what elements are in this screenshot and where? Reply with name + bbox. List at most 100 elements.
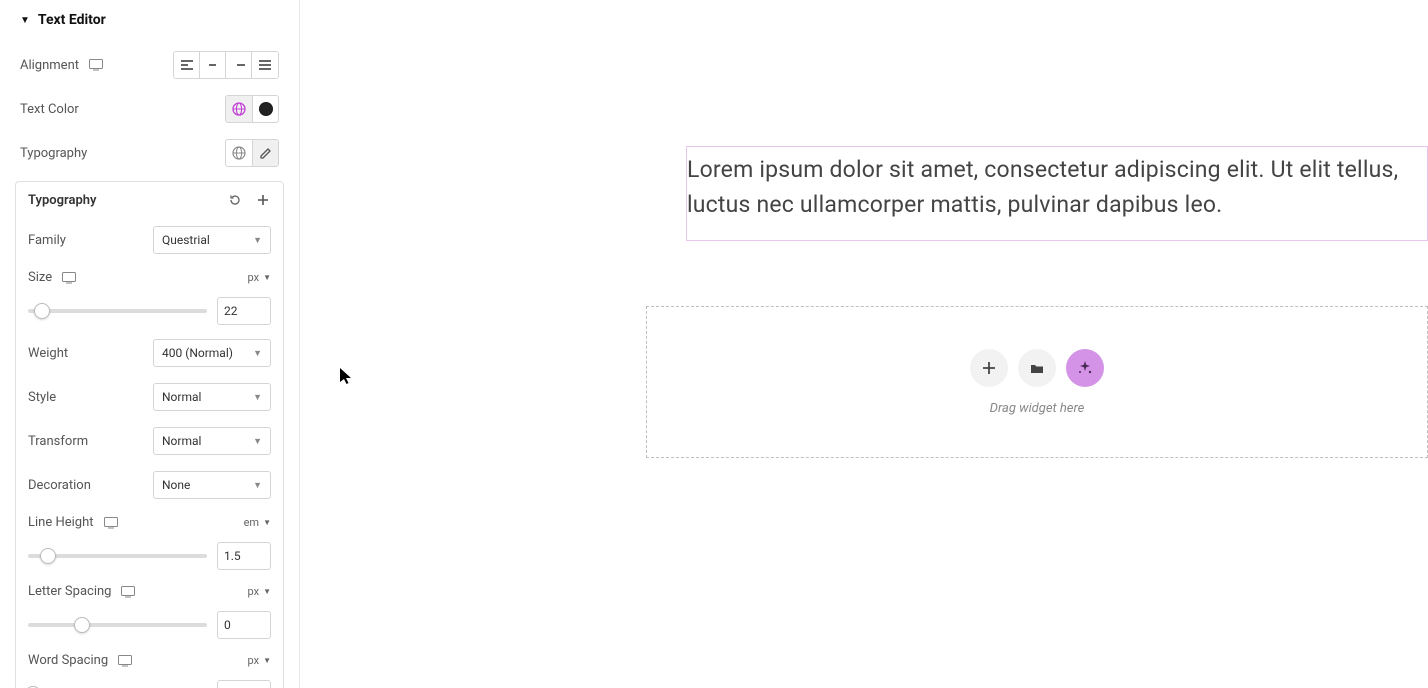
chevron-down-icon: ▼ [253,436,262,447]
plus-icon [257,194,269,206]
align-justify-icon [259,60,271,70]
row-letter-spacing: Letter Spacing px ▼ [16,576,283,607]
style-label: Style [28,390,56,405]
sparkle-icon [1077,360,1093,376]
weight-value: 400 (Normal) [162,346,233,360]
typography-reset-button[interactable] [227,192,243,208]
family-value: Questrial [162,233,210,247]
mouse-cursor-icon [340,368,352,386]
word-spacing-input[interactable] [217,680,271,688]
decoration-label: Decoration [28,478,91,493]
align-right-icon [233,60,245,70]
letter-spacing-unit: px [248,585,260,598]
transform-value: Normal [162,434,201,448]
line-height-slider[interactable] [28,546,207,566]
letter-spacing-label: Letter Spacing [28,584,111,599]
drop-action-buttons [970,349,1104,387]
control-text-color: Text Color [0,87,299,131]
row-size: Size px ▼ [16,262,283,293]
editor-canvas[interactable]: Lorem ipsum dolor sit amet, consectetur … [300,0,1428,688]
row-weight: Weight 400 (Normal) ▼ [16,331,283,375]
word-spacing-unit-select[interactable]: px ▼ [248,654,271,667]
ai-button[interactable] [1066,349,1104,387]
control-typography: Typography [0,131,299,175]
size-unit-select[interactable]: px ▼ [248,271,271,284]
letter-spacing-slider-row [16,607,283,645]
custom-color-button[interactable] [252,96,278,122]
typography-panel-header: Typography [16,182,283,218]
chevron-down-icon: ▼ [263,518,271,527]
chevron-down-icon: ▼ [253,480,262,491]
color-swatch-icon [259,102,273,116]
responsive-icon[interactable] [62,272,76,284]
section-header-text-editor[interactable]: ▼ Text Editor [0,0,299,43]
weight-select[interactable]: 400 (Normal) ▼ [153,339,271,367]
control-alignment: Alignment [0,43,299,87]
responsive-icon[interactable] [121,586,135,598]
section-title: Text Editor [38,12,106,28]
size-label: Size [28,270,52,285]
align-left-icon [181,60,193,70]
line-height-unit: em [244,516,259,529]
word-spacing-unit: px [248,654,260,667]
align-left-button[interactable] [174,52,200,78]
typography-edit-button[interactable] [252,140,278,166]
transform-label: Transform [28,434,88,449]
pencil-icon [259,147,272,160]
add-widget-button[interactable] [970,349,1008,387]
chevron-down-icon: ▼ [263,587,271,596]
typography-buttons [225,139,279,167]
letter-spacing-slider[interactable] [28,615,207,635]
line-height-unit-select[interactable]: em ▼ [244,516,271,529]
style-sidebar: ▼ Text Editor Alignment Text Color [0,0,300,688]
size-input[interactable] [217,297,271,325]
text-widget[interactable]: Lorem ipsum dolor sit amet, consectetur … [686,146,1428,241]
line-height-input[interactable] [217,542,271,570]
weight-label: Weight [28,346,68,361]
typography-global-button[interactable] [226,140,252,166]
word-spacing-label: Word Spacing [28,653,108,668]
row-line-height: Line Height em ▼ [16,507,283,538]
line-height-slider-row [16,538,283,576]
letter-spacing-input[interactable] [217,611,271,639]
globe-icon [232,146,246,160]
empty-section-dropzone[interactable]: Drag widget here [646,306,1428,458]
align-right-button[interactable] [226,52,252,78]
responsive-icon[interactable] [118,655,132,667]
text-color-label: Text Color [20,102,79,117]
reset-icon [228,193,242,207]
align-justify-button[interactable] [252,52,278,78]
add-template-button[interactable] [1018,349,1056,387]
line-height-label: Line Height [28,515,94,530]
letter-spacing-unit-select[interactable]: px ▼ [248,585,271,598]
alignment-label: Alignment [20,58,79,73]
family-select[interactable]: Questrial ▼ [153,226,271,254]
typography-panel: Typography Family Questrial ▼ Size [15,181,284,688]
family-label: Family [28,233,66,248]
chevron-down-icon: ▼ [253,235,262,246]
row-decoration: Decoration None ▼ [16,463,283,507]
chevron-down-icon: ▼ [263,273,271,282]
alignment-buttons [173,51,279,79]
typography-add-button[interactable] [255,192,271,208]
align-center-button[interactable] [200,52,226,78]
size-unit: px [248,271,260,284]
word-spacing-slider[interactable] [28,684,207,688]
chevron-down-icon: ▼ [253,392,262,403]
global-color-button[interactable] [226,96,252,122]
text-widget-content: Lorem ipsum dolor sit amet, consectetur … [687,156,1398,218]
plus-icon [982,361,996,375]
responsive-icon[interactable] [89,58,103,72]
size-slider[interactable] [28,301,207,321]
decoration-select[interactable]: None ▼ [153,471,271,499]
text-color-swatches [225,95,279,123]
size-slider-row [16,293,283,331]
style-select[interactable]: Normal ▼ [153,383,271,411]
folder-icon [1030,362,1044,374]
dropzone-hint: Drag widget here [990,401,1085,416]
responsive-icon[interactable] [104,517,118,529]
row-family: Family Questrial ▼ [16,218,283,262]
transform-select[interactable]: Normal ▼ [153,427,271,455]
chevron-down-icon: ▼ [263,656,271,665]
row-transform: Transform Normal ▼ [16,419,283,463]
